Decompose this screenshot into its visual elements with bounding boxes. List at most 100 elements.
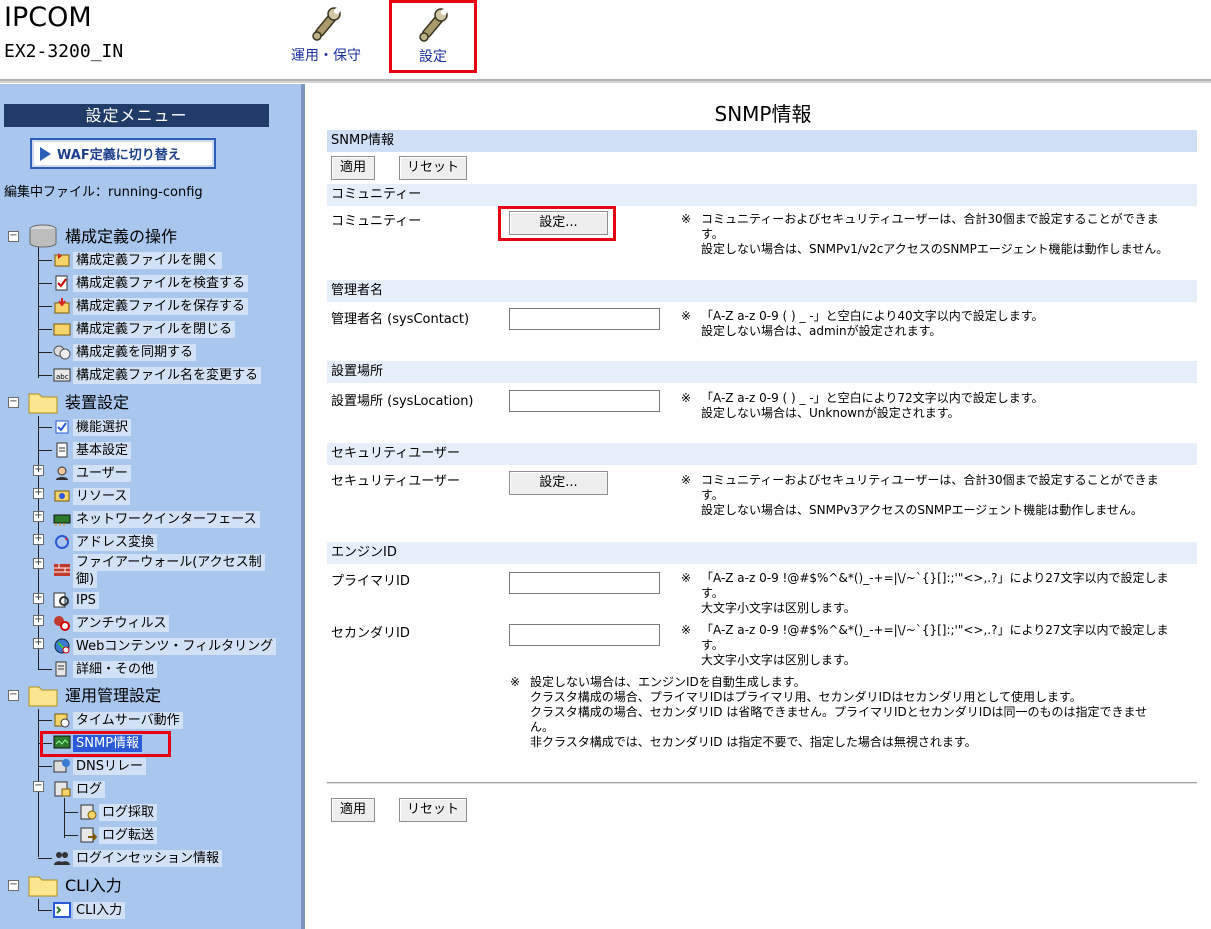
rename-file-icon: abc: [53, 368, 71, 382]
collapse-toggle[interactable]: −: [8, 397, 19, 408]
details-icon: [55, 661, 67, 677]
antivirus-icon: [54, 616, 70, 631]
nav-settings[interactable]: 設定: [389, 0, 477, 73]
sys-location-input[interactable]: [509, 390, 660, 412]
primary-id-label: プライマリID: [331, 574, 410, 589]
apply-button-bottom[interactable]: 適用: [331, 798, 375, 822]
nav-operations[interactable]: 運用・保守: [285, 4, 367, 70]
tree-item-network-interface[interactable]: ネットワークインターフェース: [38, 509, 260, 529]
svg-text:abc: abc: [56, 373, 69, 381]
tree-group-label: CLI入力: [65, 875, 122, 895]
highlight-box: [498, 206, 616, 241]
folder-icon: [28, 393, 58, 414]
tree-group-label: 装置設定: [65, 392, 130, 412]
secondary-id-input[interactable]: [509, 624, 660, 646]
tree-item-login-sessions[interactable]: ログインセッション情報: [38, 848, 223, 868]
nav-settings-label: 設定: [419, 49, 447, 65]
tree-item-ips[interactable]: IPS: [38, 590, 99, 610]
security-user-label: セキュリティユーザー: [331, 474, 460, 489]
clipboard-icon: [56, 442, 68, 458]
engine-id-footnote: ※ 設定しない場合は、エンジンIDを自動生成します。 クラスタ構成の場合、プライマ…: [510, 675, 1148, 749]
log-forward-icon: [80, 827, 97, 843]
tree-item-web-filtering[interactable]: Webコンテンツ・フィルタリング: [38, 636, 277, 656]
section-header-contact: 管理者名: [327, 280, 1197, 302]
tree-item-cli-input[interactable]: CLI入力: [38, 900, 126, 920]
reset-button[interactable]: リセット: [399, 156, 467, 180]
play-arrow-icon: [40, 146, 51, 161]
sidebar: 設定メニュー WAF定義に切り替え 編集中ファイル：running-config…: [0, 84, 305, 929]
address-translation-icon: [55, 535, 69, 549]
divider: [327, 782, 1197, 784]
nav-operations-label: 運用・保守: [291, 48, 361, 64]
globe-icon: [54, 638, 70, 654]
tree-group-cli[interactable]: CLI入力: [28, 871, 125, 899]
sys-location-note: ※ 「A-Z a-z 0-9 ( ) _ -」と空白により72文字以内で設定しま…: [681, 391, 1044, 420]
tree-item-address-translation[interactable]: アドレス変換: [38, 532, 158, 552]
tree-group-operations-mgmt[interactable]: 運用管理設定: [28, 681, 164, 709]
device-model: EX2-3200_IN: [4, 41, 124, 62]
sys-location-label: 設置場所 (sysLocation): [331, 394, 474, 409]
resource-icon: [54, 490, 70, 502]
user-icon: [56, 466, 68, 480]
security-user-note: ※ コミュニティーおよびセキュリティユーザーは、合計30個まで設定することができ…: [681, 473, 1159, 517]
primary-id-input[interactable]: [509, 572, 660, 594]
wrench-icon: [419, 8, 448, 42]
wrench-icon: [312, 7, 341, 41]
secondary-id-note: ※ 「A-Z a-z 0-9 !@#$%^&*()_-+=|\/~`{}[]:;…: [681, 623, 1169, 667]
log-collect-icon: [80, 804, 97, 820]
menu-title: 設定メニュー: [4, 104, 269, 127]
apply-button[interactable]: 適用: [331, 156, 375, 180]
tree-item-resources[interactable]: リソース: [38, 486, 131, 506]
tree-item-sync-config[interactable]: 構成定義を同期する: [38, 342, 197, 362]
sys-contact-input[interactable]: [509, 308, 660, 330]
terminal-icon: [53, 902, 71, 918]
tree-item-function-select[interactable]: 機能選択: [38, 417, 132, 437]
collapse-toggle[interactable]: −: [8, 880, 19, 891]
tree-item-details-other[interactable]: 詳細・その他: [38, 659, 158, 679]
tree-item-users[interactable]: ユーザー: [38, 463, 131, 483]
network-card-icon: [53, 514, 71, 526]
tree-group-device-settings[interactable]: 装置設定: [28, 388, 132, 416]
ips-icon: [53, 592, 69, 608]
tree-item-firewall[interactable]: ファイアーウォール(アクセス制 御): [38, 554, 265, 594]
tree-item-close-config[interactable]: 構成定義ファイルを閉じる: [38, 319, 236, 339]
tree-item-open-config[interactable]: 構成定義ファイルを開く: [38, 250, 223, 270]
folder-icon: [53, 323, 71, 336]
tree-item-dns-relay[interactable]: DNSリレー: [38, 756, 146, 776]
tree-group-label: 構成定義の操作: [65, 226, 178, 246]
security-user-settings-button[interactable]: 設定...: [509, 471, 608, 495]
collapse-toggle[interactable]: −: [8, 690, 19, 701]
folder-icon: [28, 876, 58, 897]
brand-name: IPCOM: [4, 2, 92, 33]
page-title: SNMP情報: [714, 102, 812, 126]
sessions-icon: [54, 852, 70, 865]
tree-item-antivirus[interactable]: アンチウィルス: [38, 613, 170, 633]
tree-item-save-config[interactable]: 構成定義ファイルを保存する: [38, 296, 249, 316]
collapse-toggle[interactable]: −: [8, 231, 19, 242]
tree-item-basic-settings[interactable]: 基本設定: [38, 440, 132, 460]
main-content: SNMP情報 SNMP情報 適用 リセット コミュニティー コミュニティー 設定…: [315, 84, 1211, 929]
checkbox-icon: [55, 420, 69, 434]
switch-to-waf-label: WAF定義に切り替え: [57, 148, 181, 163]
tree-item-rename-config[interactable]: abc 構成定義ファイル名を変更する: [38, 365, 262, 385]
check-file-icon: [55, 275, 68, 291]
tree-group-label: 運用管理設定: [65, 685, 162, 705]
sys-contact-label: 管理者名 (sysContact): [331, 312, 470, 327]
section-header-community: コミュニティー: [327, 184, 1197, 206]
firewall-icon: [54, 564, 70, 576]
header: IPCOM EX2-3200_IN 運用・保守 設定: [0, 0, 1211, 83]
tree-item-log-collect[interactable]: ログ採取: [64, 802, 158, 822]
tree-item-log-forward[interactable]: ログ転送: [64, 825, 158, 845]
tree-item-log[interactable]: ログ: [38, 779, 106, 799]
reset-button-bottom[interactable]: リセット: [399, 798, 467, 822]
section-header-snmp: SNMP情報: [327, 130, 1197, 152]
folder-icon: [28, 686, 58, 707]
database-icon: [29, 224, 57, 248]
tree-group-config-ops[interactable]: 構成定義の操作: [28, 222, 180, 250]
switch-to-waf-button[interactable]: WAF定義に切り替え: [30, 138, 216, 169]
tree-item-check-config[interactable]: 構成定義ファイルを検査する: [38, 273, 249, 293]
primary-id-note: ※ 「A-Z a-z 0-9 !@#$%^&*()_-+=|\/~`{}[]:;…: [681, 571, 1169, 615]
dns-icon: [53, 759, 70, 773]
sync-icon: [53, 345, 71, 360]
tree-item-time-server[interactable]: タイムサーバ動作: [38, 710, 183, 730]
